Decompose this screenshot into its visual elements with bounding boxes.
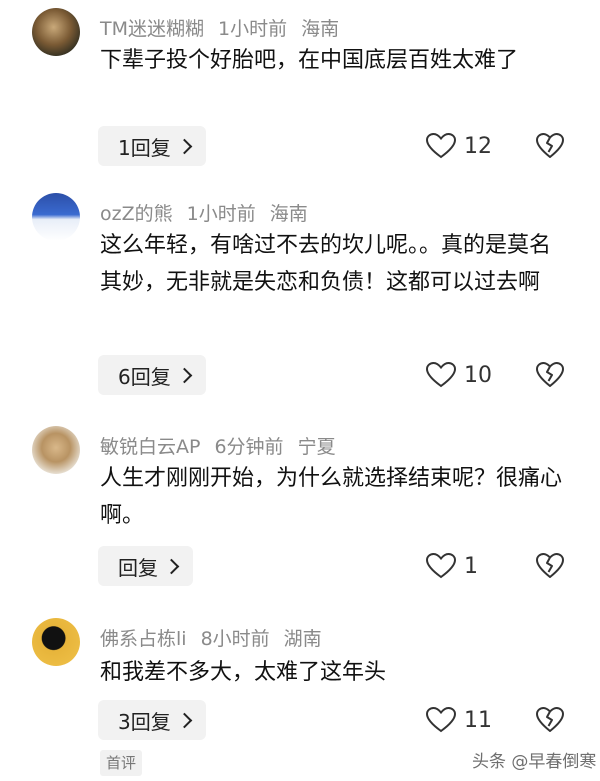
username[interactable]: ozZ的熊	[100, 203, 173, 225]
comment-meta: 敏锐白云AP 6分钟前 宁夏	[100, 432, 350, 459]
first-comment-tag: 首评	[100, 750, 142, 776]
username[interactable]: 佛系占栋li	[100, 628, 187, 650]
like-count: 1	[464, 553, 478, 579]
reply-button[interactable]: 回复	[98, 546, 193, 586]
like-count: 10	[464, 362, 492, 388]
like-button[interactable]: 10	[426, 355, 492, 395]
reply-button[interactable]: 6回复	[98, 355, 206, 395]
chevron-right-icon	[176, 138, 193, 154]
reply-label: 1回复	[118, 135, 171, 160]
location: 宁夏	[297, 436, 336, 458]
timestamp: 8小时前	[200, 628, 270, 650]
dislike-button[interactable]	[536, 700, 564, 740]
broken-heart-icon	[536, 362, 564, 387]
dislike-button[interactable]	[536, 355, 564, 395]
avatar[interactable]	[32, 8, 80, 56]
chevron-right-icon	[176, 712, 193, 728]
dislike-button[interactable]	[536, 126, 564, 166]
broken-heart-icon	[536, 133, 564, 158]
watermark: 头条 @早春倒寒	[472, 752, 597, 772]
heart-outline-icon	[426, 133, 456, 159]
comment-meta: 佛系占栋li 8小时前 湖南	[100, 624, 336, 651]
like-count: 12	[464, 133, 492, 159]
broken-heart-icon	[536, 707, 564, 732]
avatar[interactable]	[32, 618, 80, 666]
dislike-button[interactable]	[536, 546, 564, 586]
chevron-right-icon	[163, 558, 180, 574]
comment-meta: ozZ的熊 1小时前 海南	[100, 199, 322, 226]
location: 湖南	[283, 628, 322, 650]
username[interactable]: 敏锐白云AP	[100, 436, 200, 458]
comment-text: 下辈子投个好胎吧，在中国底层百姓太难了	[100, 48, 519, 73]
timestamp: 6分钟前	[214, 436, 284, 458]
like-button[interactable]: 11	[426, 700, 492, 740]
heart-outline-icon	[426, 553, 456, 579]
chevron-right-icon	[176, 367, 193, 383]
comment-text: 和我差不多大，太难了这年头	[100, 660, 387, 685]
comment-text: 这么年轻，有啥过不去的坎儿呢。。真的是莫名其妙，无非就是失恋和负债！这都可以过去…	[100, 233, 552, 295]
broken-heart-icon	[536, 553, 564, 578]
like-count: 11	[464, 707, 492, 733]
like-button[interactable]: 1	[426, 546, 478, 586]
username[interactable]: TM迷迷糊糊	[100, 18, 204, 40]
reply-button[interactable]: 1回复	[98, 126, 206, 166]
reply-label: 6回复	[118, 364, 171, 389]
avatar[interactable]	[32, 193, 80, 241]
avatar[interactable]	[32, 426, 80, 474]
location: 海南	[269, 203, 308, 225]
comment-meta: TM迷迷糊糊 1小时前 海南	[100, 14, 353, 41]
reply-label: 3回复	[118, 709, 171, 734]
like-button[interactable]: 12	[426, 126, 492, 166]
timestamp: 1小时前	[218, 18, 288, 40]
heart-outline-icon	[426, 362, 456, 388]
reply-button[interactable]: 3回复	[98, 700, 206, 740]
reply-label: 回复	[118, 555, 158, 580]
heart-outline-icon	[426, 707, 456, 733]
timestamp: 1小时前	[186, 203, 256, 225]
comment-text: 人生才刚刚开始，为什么就选择结束呢？很痛心啊。	[100, 466, 563, 528]
location: 海南	[301, 18, 340, 40]
